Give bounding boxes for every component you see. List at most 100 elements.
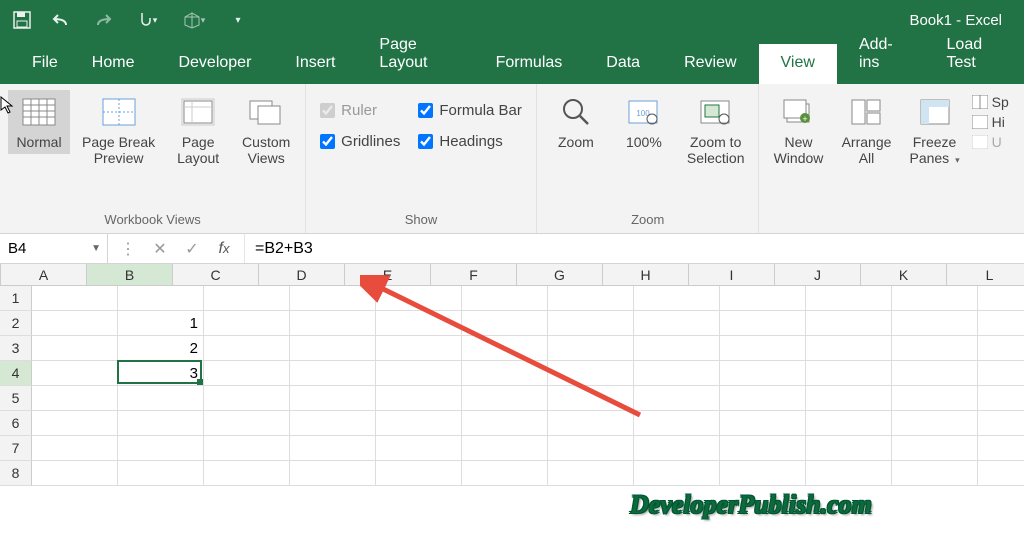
normal-view-button[interactable]: Normal [8, 90, 70, 154]
cell-F3[interactable] [462, 336, 548, 361]
cell-J6[interactable] [806, 411, 892, 436]
cell-D4[interactable] [290, 361, 376, 386]
cell-J5[interactable] [806, 386, 892, 411]
zoom-button[interactable]: Zoom [545, 90, 607, 154]
column-header-E[interactable]: E [345, 264, 431, 285]
cell-C8[interactable] [204, 461, 290, 486]
cell-A6[interactable] [32, 411, 118, 436]
cell-B4[interactable]: 3 [118, 361, 204, 386]
cell-G1[interactable] [548, 286, 634, 311]
cell-B5[interactable] [118, 386, 204, 411]
cell-I6[interactable] [720, 411, 806, 436]
cell-E1[interactable] [376, 286, 462, 311]
cell-E7[interactable] [376, 436, 462, 461]
cell-A1[interactable] [32, 286, 118, 311]
cell-L2[interactable] [978, 311, 1024, 336]
cell-E4[interactable] [376, 361, 462, 386]
cell-E3[interactable] [376, 336, 462, 361]
cell-B6[interactable] [118, 411, 204, 436]
gridlines-checkbox[interactable]: Gridlines [314, 129, 406, 154]
freeze-panes-button[interactable]: FreezePanes ▾ [903, 90, 965, 170]
cell-C2[interactable] [204, 311, 290, 336]
cell-F5[interactable] [462, 386, 548, 411]
cell-F6[interactable] [462, 411, 548, 436]
tab-developer[interactable]: Developer [156, 44, 273, 84]
formula-bar-checkbox[interactable]: Formula Bar [412, 98, 528, 123]
zoom-to-selection-button[interactable]: Zoom toSelection [681, 90, 751, 170]
cell-G5[interactable] [548, 386, 634, 411]
column-header-A[interactable]: A [1, 264, 87, 285]
row-header-7[interactable]: 7 [0, 436, 32, 461]
cell-B3[interactable]: 2 [118, 336, 204, 361]
insert-function-button[interactable]: fx [208, 240, 240, 258]
row-header-6[interactable]: 6 [0, 411, 32, 436]
save-icon[interactable] [12, 10, 32, 30]
cancel-formula-button[interactable]: ✕ [144, 239, 176, 259]
cell-F7[interactable] [462, 436, 548, 461]
cell-K8[interactable] [892, 461, 978, 486]
3d-maps-icon[interactable]: ▾ [180, 10, 208, 30]
cell-C7[interactable] [204, 436, 290, 461]
cell-B8[interactable] [118, 461, 204, 486]
custom-views-button[interactable]: CustomViews [235, 90, 297, 170]
cell-J8[interactable] [806, 461, 892, 486]
cell-F8[interactable] [462, 461, 548, 486]
name-box[interactable]: B4▼ [0, 234, 108, 263]
enter-formula-button[interactable]: ✓ [176, 239, 208, 259]
cell-I7[interactable] [720, 436, 806, 461]
cell-B7[interactable] [118, 436, 204, 461]
column-header-K[interactable]: K [861, 264, 947, 285]
column-header-D[interactable]: D [259, 264, 345, 285]
headings-checkbox[interactable]: Headings [412, 129, 528, 154]
cell-C4[interactable] [204, 361, 290, 386]
cell-I3[interactable] [720, 336, 806, 361]
cell-H5[interactable] [634, 386, 720, 411]
cell-I1[interactable] [720, 286, 806, 311]
tab-file[interactable]: File [20, 44, 70, 84]
row-header-2[interactable]: 2 [0, 311, 32, 336]
column-header-F[interactable]: F [431, 264, 517, 285]
zoom-100-button[interactable]: 100 100% [613, 90, 675, 154]
cell-K6[interactable] [892, 411, 978, 436]
column-header-C[interactable]: C [173, 264, 259, 285]
row-header-4[interactable]: 4 [0, 361, 32, 386]
cell-L8[interactable] [978, 461, 1024, 486]
column-header-G[interactable]: G [517, 264, 603, 285]
cell-G3[interactable] [548, 336, 634, 361]
cell-D2[interactable] [290, 311, 376, 336]
cell-I4[interactable] [720, 361, 806, 386]
tab-load-test[interactable]: Load Test [925, 26, 1024, 84]
cell-H2[interactable] [634, 311, 720, 336]
cell-J3[interactable] [806, 336, 892, 361]
cell-L4[interactable] [978, 361, 1024, 386]
row-header-8[interactable]: 8 [0, 461, 32, 486]
cell-D1[interactable] [290, 286, 376, 311]
cell-G6[interactable] [548, 411, 634, 436]
cell-D8[interactable] [290, 461, 376, 486]
cell-K4[interactable] [892, 361, 978, 386]
cell-K1[interactable] [892, 286, 978, 311]
cell-G8[interactable] [548, 461, 634, 486]
cell-F2[interactable] [462, 311, 548, 336]
cell-C3[interactable] [204, 336, 290, 361]
row-header-1[interactable]: 1 [0, 286, 32, 311]
qat-customize-icon[interactable]: ▾ [228, 10, 248, 30]
tab-formulas[interactable]: Formulas [474, 44, 585, 84]
cell-G7[interactable] [548, 436, 634, 461]
cell-E8[interactable] [376, 461, 462, 486]
cell-F1[interactable] [462, 286, 548, 311]
cell-G4[interactable] [548, 361, 634, 386]
cell-B2[interactable]: 1 [118, 311, 204, 336]
new-window-button[interactable]: + NewWindow [767, 90, 829, 170]
cell-D5[interactable] [290, 386, 376, 411]
split-button[interactable]: Sp [972, 94, 1009, 110]
column-header-L[interactable]: L [947, 264, 1024, 285]
cell-K5[interactable] [892, 386, 978, 411]
column-header-I[interactable]: I [689, 264, 775, 285]
column-header-B[interactable]: B [87, 264, 173, 285]
undo-icon[interactable] [52, 10, 72, 30]
page-layout-button[interactable]: PageLayout [167, 90, 229, 170]
row-header-3[interactable]: 3 [0, 336, 32, 361]
cell-H8[interactable] [634, 461, 720, 486]
cell-F4[interactable] [462, 361, 548, 386]
